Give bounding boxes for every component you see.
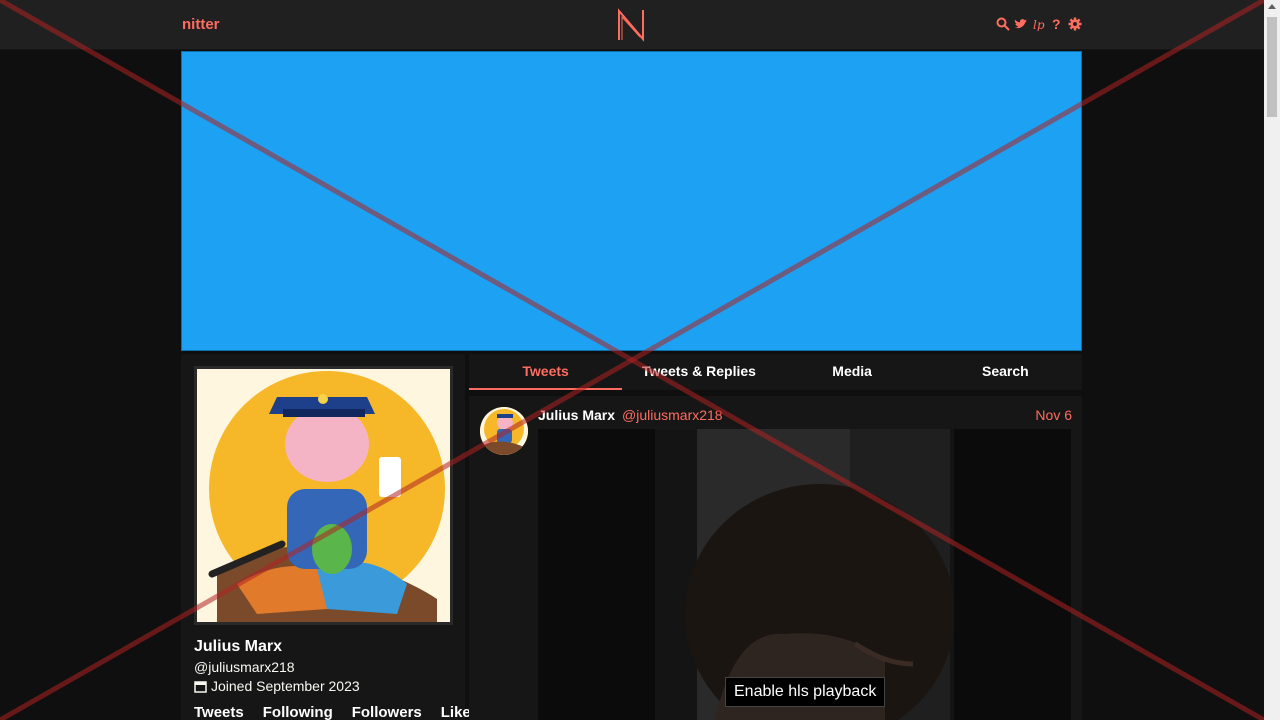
profile-joindate: Joined September 2023: [194, 678, 360, 694]
calendar-icon: [194, 680, 207, 693]
profile-fullname[interactable]: Julius Marx: [194, 638, 282, 656]
stat-following[interactable]: Following: [263, 704, 333, 720]
tweet-media: Enable hls playback: [538, 429, 1071, 720]
joindate-text: Joined September 2023: [211, 678, 360, 694]
timeline-tabs: Tweets Tweets & Replies Media Search: [469, 354, 1082, 390]
page-scrollbar[interactable]: [1264, 0, 1280, 720]
search-icon[interactable]: [996, 16, 1010, 32]
brand-link[interactable]: nitter: [182, 16, 220, 33]
stat-tweets[interactable]: Tweets: [194, 704, 244, 720]
settings-icon[interactable]: [1068, 16, 1082, 32]
profile-card: Julius Marx @juliusmarx218 Joined Septem…: [181, 354, 479, 720]
help-icon[interactable]: ?: [1050, 16, 1064, 32]
rss-icon[interactable]: lp: [1032, 16, 1046, 32]
tweet-date[interactable]: Nov 6: [1035, 407, 1072, 423]
tweet-item[interactable]: Julius Marx @juliusmarx218 Nov 6 Enable …: [469, 396, 1082, 720]
profile-banner[interactable]: [181, 51, 1082, 351]
stat-followers[interactable]: Followers: [352, 704, 422, 720]
tab-search[interactable]: Search: [929, 354, 1082, 390]
svg-text:lp: lp: [1033, 18, 1045, 31]
tweet-username[interactable]: @juliusmarx218: [622, 407, 723, 423]
tab-tweets-replies[interactable]: Tweets & Replies: [622, 354, 775, 390]
navbar: nitter lp ?: [0, 0, 1264, 50]
tweet-fullname[interactable]: Julius Marx: [538, 407, 615, 423]
scroll-thumb[interactable]: [1267, 17, 1277, 117]
tab-tweets[interactable]: Tweets: [469, 354, 623, 390]
scroll-up-arrow-icon[interactable]: [1268, 4, 1276, 9]
profile-avatar[interactable]: [194, 366, 453, 625]
tab-media[interactable]: Media: [776, 354, 929, 390]
tweet-avatar-image: [480, 407, 528, 455]
tweet-avatar[interactable]: [480, 407, 528, 455]
svg-text:?: ?: [1052, 17, 1061, 31]
bird-icon[interactable]: [1014, 16, 1028, 32]
nitter-logo-icon[interactable]: [616, 8, 646, 42]
profile-username[interactable]: @juliusmarx218: [194, 659, 295, 675]
avatar-illustration: [197, 369, 450, 622]
enable-hls-button[interactable]: Enable hls playback: [725, 677, 886, 707]
nav-icons: lp ?: [996, 16, 1082, 32]
profile-stats: Tweets Following Followers Likes: [194, 704, 479, 720]
